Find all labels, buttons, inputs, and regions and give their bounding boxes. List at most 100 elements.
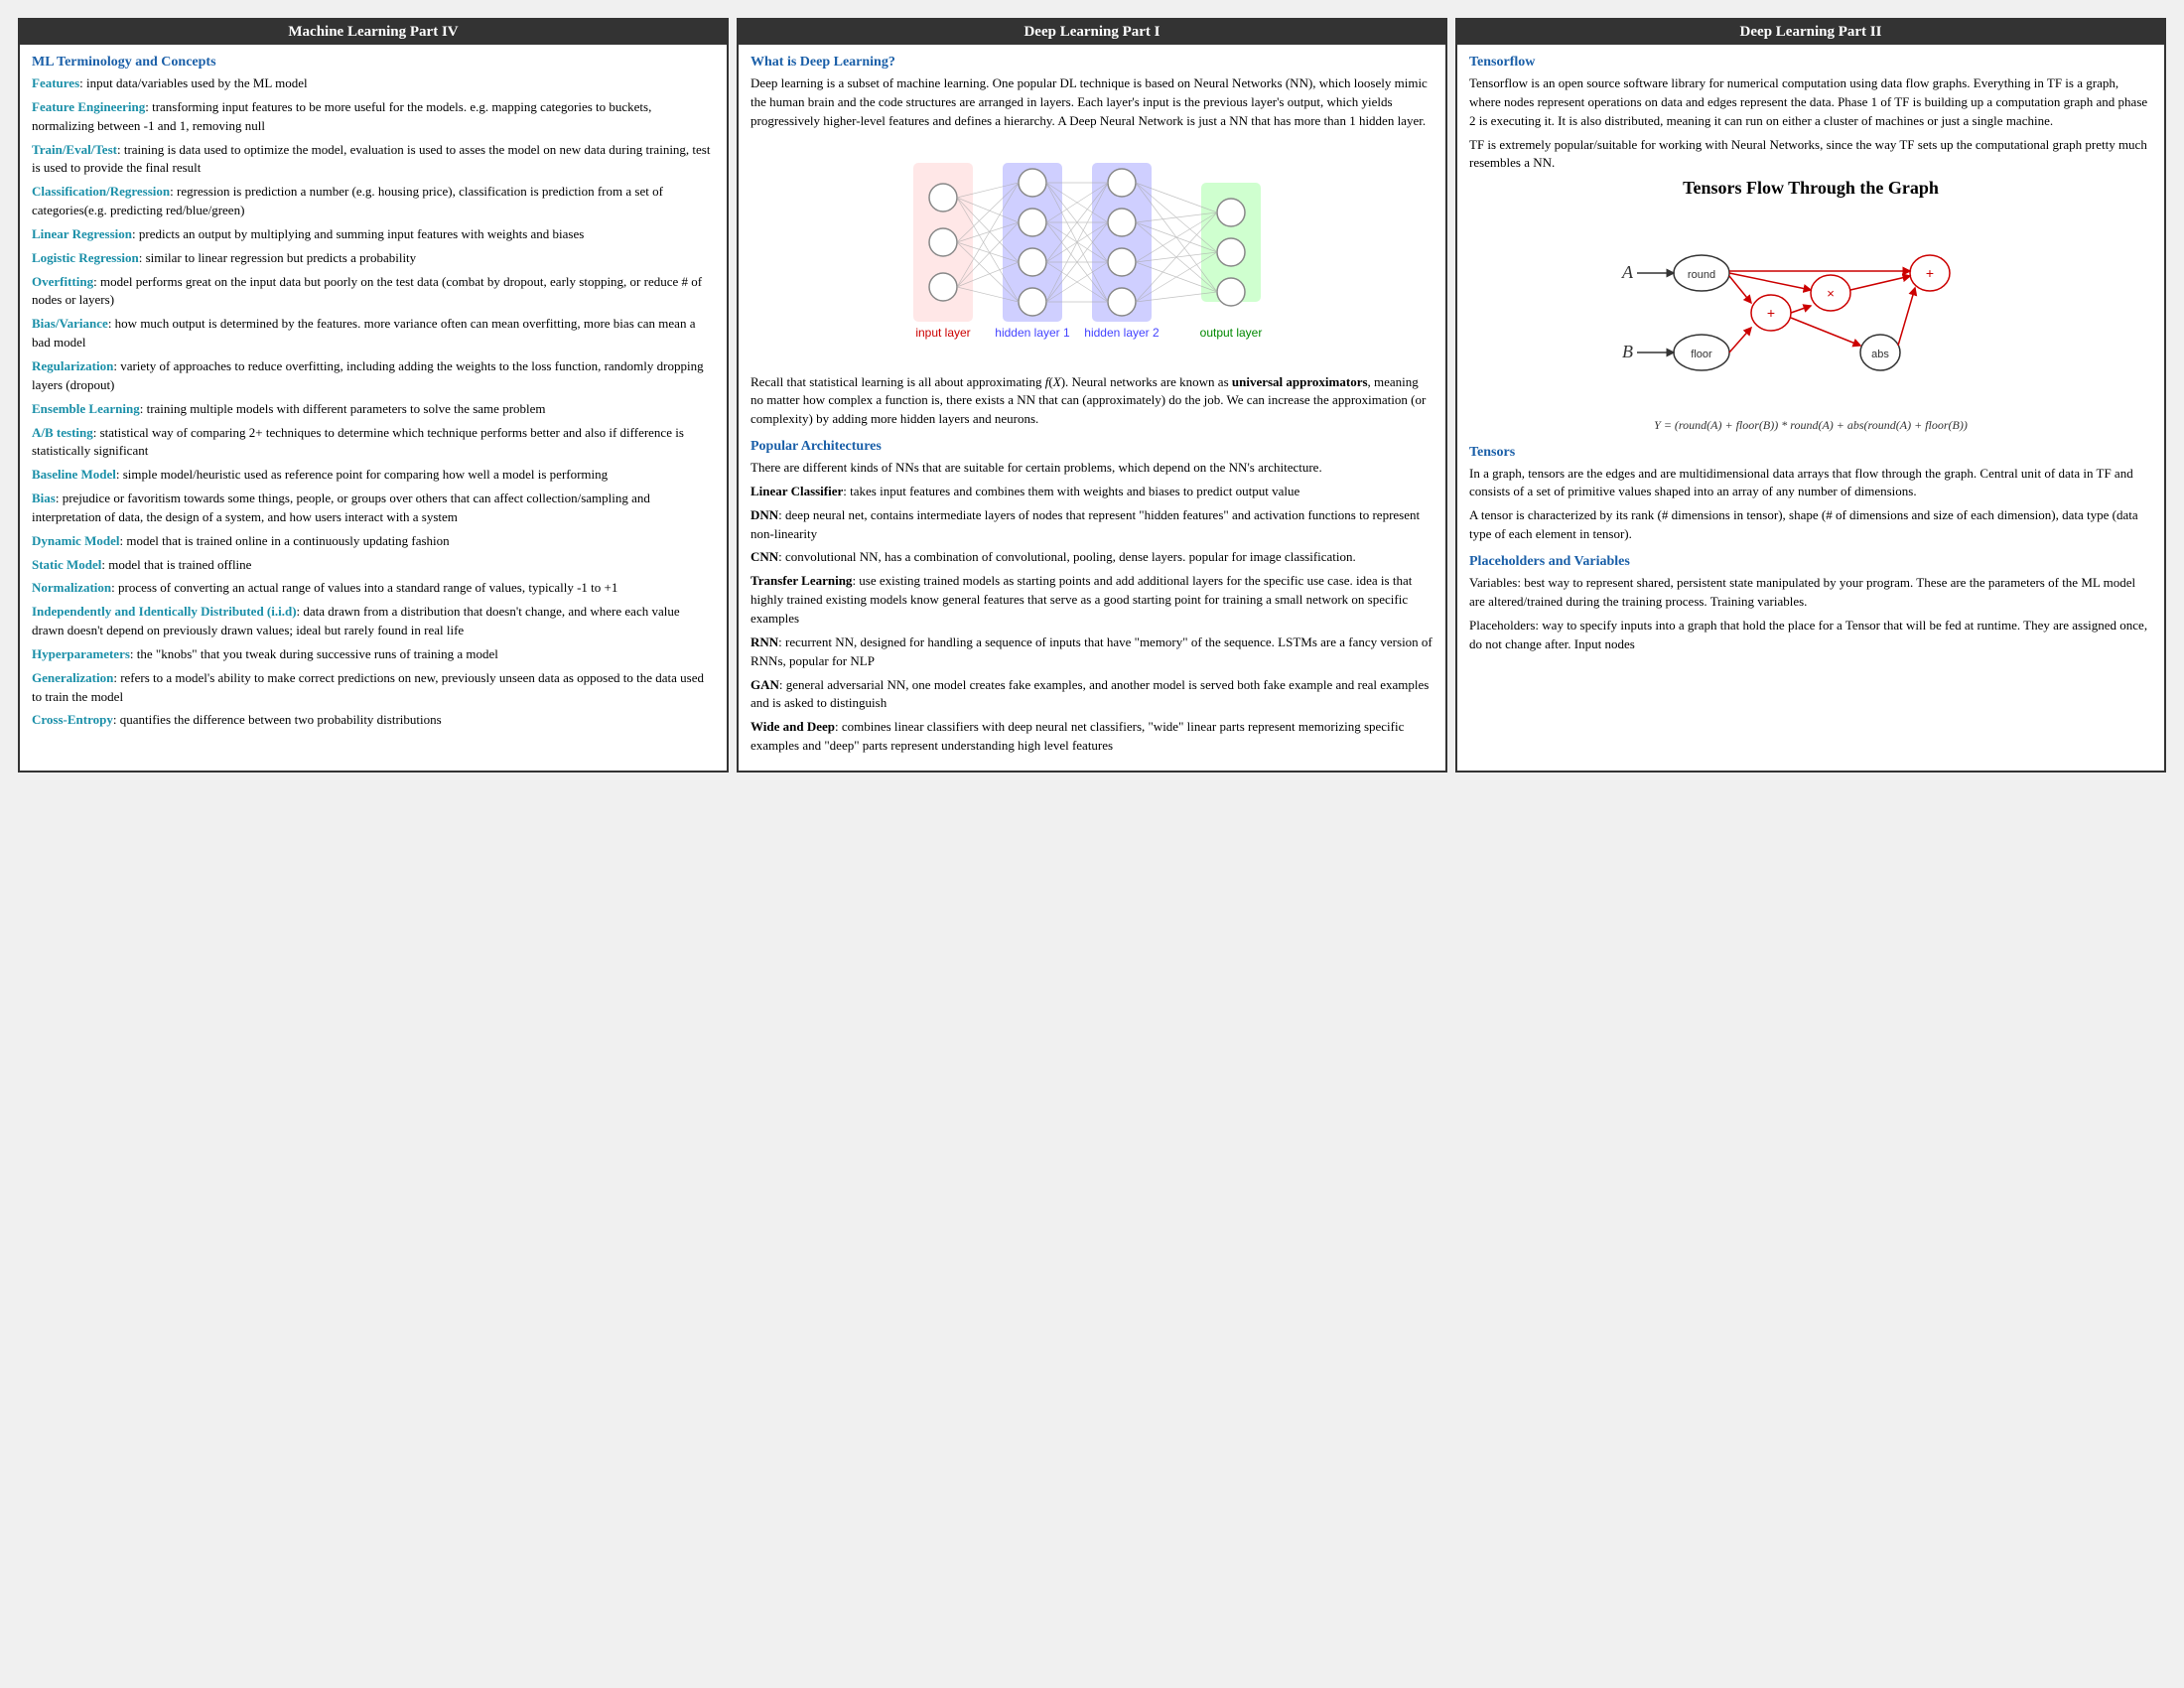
panel-dl-part2: Deep Learning Part II Tensorflow Tensorf… <box>1455 18 2166 773</box>
arch-dnn: DNN: deep neural net, contains intermedi… <box>751 506 1433 544</box>
term-class-regression: Classification/Regression <box>32 184 170 199</box>
arch-intro: There are different kinds of NNs that ar… <box>751 459 1433 478</box>
item-linear-regression: Linear Regression: predicts an output by… <box>32 225 715 244</box>
def-logistic-regression: : similar to linear regression but predi… <box>139 250 416 265</box>
panel3-heading1: Tensorflow <box>1469 55 2152 70</box>
tensors-text1: In a graph, tensors are the edges and ar… <box>1469 465 2152 502</box>
item-class-regression: Classification/Regression: regression is… <box>32 183 715 220</box>
graph-title: Tensors Flow Through the Graph <box>1469 178 2152 199</box>
panel1-content: Features: input data/variables used by t… <box>32 74 715 730</box>
panel1-title: Machine Learning Part IV <box>20 20 727 45</box>
item-logistic-regression: Logistic Regression: similar to linear r… <box>32 249 715 268</box>
def-features: : input data/variables used by the ML mo… <box>79 75 308 90</box>
arch-wide-deep: Wide and Deep: combines linear classifie… <box>751 718 1433 756</box>
term-train-eval-test: Train/Eval/Test <box>32 142 117 157</box>
vars-text: Variables: best way to represent shared,… <box>1469 574 2152 612</box>
def-train-eval-test: : training is data used to optimize the … <box>32 142 710 176</box>
tf-text2: TF is extremely popular/suitable for wor… <box>1469 136 2152 174</box>
def-overfitting: : model performs great on the input data… <box>32 274 702 308</box>
def-baseline: : simple model/heuristic used as referen… <box>116 467 608 482</box>
svg-text:×: × <box>1827 286 1835 301</box>
item-baseline: Baseline Model: simple model/heuristic u… <box>32 466 715 485</box>
term-ensemble: Ensemble Learning <box>32 401 140 416</box>
def-bias: : prejudice or favoritism towards some t… <box>32 491 650 524</box>
def-bias-variance: : how much output is determined by the f… <box>32 316 695 350</box>
page-container: Machine Learning Part IV ML Terminology … <box>10 10 2174 780</box>
tensors-text2: A tensor is characterized by its rank (#… <box>1469 506 2152 544</box>
term-normalization: Normalization <box>32 580 111 595</box>
def-static-model: : model that is trained offline <box>101 557 251 572</box>
tf-text1: Tensorflow is an open source software li… <box>1469 74 2152 131</box>
item-train-eval-test: Train/Eval/Test: training is data used t… <box>32 141 715 179</box>
term-logistic-regression: Logistic Regression <box>32 250 139 265</box>
item-bias-variance: Bias/Variance: how much output is determ… <box>32 315 715 352</box>
placeholders-text: Placeholders: way to specify inputs into… <box>1469 617 2152 654</box>
term-linear-regression: Linear Regression <box>32 226 132 241</box>
term-iid: Independently and Identically Distribute… <box>32 604 297 619</box>
tf-graph-svg-container: A B round floor × + <box>1469 209 2152 407</box>
term-generalization: Generalization <box>32 670 113 685</box>
item-generalization: Generalization: refers to a model's abil… <box>32 669 715 707</box>
panel-dl-part1: Deep Learning Part I What is Deep Learni… <box>737 18 1447 773</box>
term-bias-variance: Bias/Variance <box>32 316 108 331</box>
def-normalization: : process of converting an actual range … <box>111 580 617 595</box>
term-dynamic-model: Dynamic Model <box>32 533 119 548</box>
svg-text:B: B <box>1622 342 1633 361</box>
svg-text:output layer: output layer <box>1200 326 1263 340</box>
arch-gan: GAN: general adversarial NN, one model c… <box>751 676 1433 714</box>
term-hyperparams: Hyperparameters <box>32 646 130 661</box>
item-feature-engineering: Feature Engineering: transforming input … <box>32 98 715 136</box>
neural-network-diagram: input layer hidden layer 1 hidden layer … <box>751 143 1433 361</box>
tf-formula: Y = (round(A) + floor(B)) * round(A) + a… <box>1469 417 2152 434</box>
arch-transfer: Transfer Learning: use existing trained … <box>751 572 1433 629</box>
term-cross-entropy: Cross-Entropy <box>32 712 113 727</box>
def-ensemble: : training multiple models with differen… <box>140 401 546 416</box>
item-features: Features: input data/variables used by t… <box>32 74 715 93</box>
arch-cnn: CNN: convolutional NN, has a combination… <box>751 548 1433 567</box>
def-ab-testing: : statistical way of comparing 2+ techni… <box>32 425 684 459</box>
item-normalization: Normalization: process of converting an … <box>32 579 715 598</box>
panel1-heading1: ML Terminology and Concepts <box>32 55 715 70</box>
term-bias: Bias <box>32 491 56 505</box>
term-overfitting: Overfitting <box>32 274 93 289</box>
universal-approx-text: Recall that statistical learning is all … <box>751 373 1433 430</box>
item-bias: Bias: prejudice or favoritism towards so… <box>32 490 715 527</box>
svg-text:hidden layer 2: hidden layer 2 <box>1084 326 1160 340</box>
def-dynamic-model: : model that is trained online in a cont… <box>119 533 449 548</box>
svg-text:hidden layer 1: hidden layer 1 <box>995 326 1070 340</box>
term-baseline: Baseline Model <box>32 467 116 482</box>
def-cross-entropy: : quantifies the difference between two … <box>113 712 442 727</box>
def-linear-regression: : predicts an output by multiplying and … <box>132 226 584 241</box>
item-iid: Independently and Identically Distribute… <box>32 603 715 640</box>
def-hyperparams: : the "knobs" that you tweak during succ… <box>130 646 498 661</box>
panel3-heading3: Placeholders and Variables <box>1469 554 2152 570</box>
svg-text:input layer: input layer <box>915 326 970 340</box>
panel3-heading2: Tensors <box>1469 445 2152 461</box>
arch-rnn: RNN: recurrent NN, designed for handling… <box>751 633 1433 671</box>
def-generalization: : refers to a model's ability to make co… <box>32 670 704 704</box>
item-regularization: Regularization: variety of approaches to… <box>32 357 715 395</box>
item-dynamic-model: Dynamic Model: model that is trained onl… <box>32 532 715 551</box>
panel-ml-part4: Machine Learning Part IV ML Terminology … <box>18 18 729 773</box>
arch-linear-classifier: Linear Classifier: takes input features … <box>751 483 1433 501</box>
svg-text:+: + <box>1767 305 1775 321</box>
svg-text:floor: floor <box>1691 349 1712 360</box>
term-feature-engineering: Feature Engineering <box>32 99 145 114</box>
svg-text:+: + <box>1926 265 1934 281</box>
tf-graph-svg: A B round floor × + <box>1602 209 2019 407</box>
svg-text:round: round <box>1688 269 1715 281</box>
term-ab-testing: A/B testing <box>32 425 93 440</box>
tf-graph-container: Tensors Flow Through the Graph A B round… <box>1469 178 2152 434</box>
panel2-heading2: Popular Architectures <box>751 439 1433 455</box>
svg-text:abs: abs <box>1871 349 1889 360</box>
panel3-title: Deep Learning Part II <box>1457 20 2164 45</box>
item-static-model: Static Model: model that is trained offl… <box>32 556 715 575</box>
panel2-intro: Deep learning is a subset of machine lea… <box>751 74 1433 131</box>
nn-svg: input layer hidden layer 1 hidden layer … <box>884 143 1300 361</box>
item-ensemble: Ensemble Learning: training multiple mod… <box>32 400 715 419</box>
item-ab-testing: A/B testing: statistical way of comparin… <box>32 424 715 462</box>
def-regularization: : variety of approaches to reduce overfi… <box>32 358 704 392</box>
term-static-model: Static Model <box>32 557 101 572</box>
term-features: Features <box>32 75 79 90</box>
item-hyperparams: Hyperparameters: the "knobs" that you tw… <box>32 645 715 664</box>
